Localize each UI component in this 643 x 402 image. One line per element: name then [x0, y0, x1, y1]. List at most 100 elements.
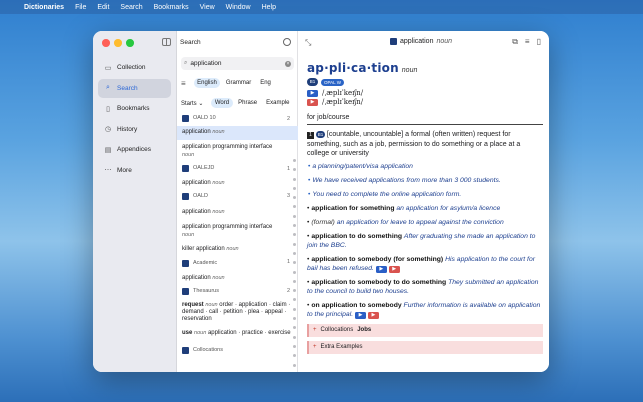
example: • We have received applications from more…: [308, 176, 501, 184]
sidebar-item-search[interactable]: ⌕ Search: [98, 78, 171, 98]
book-icon: [182, 260, 189, 268]
sidebar-item-history[interactable]: ◷ History: [98, 120, 171, 139]
menu-app[interactable]: Dictionaries: [22, 4, 70, 11]
sidebar-item-label: Bookmarks: [117, 105, 150, 112]
starts-dropdown[interactable]: Starts ⌄: [181, 100, 203, 107]
menu-bar: Dictionaries File Edit Search Bookmarks …: [0, 0, 643, 14]
thesaurus-item[interactable]: request noun order · application · claim…: [177, 299, 298, 327]
sidebar-item-label: Collection: [117, 64, 146, 71]
speaker-am-icon[interactable]: ▶: [367, 311, 379, 319]
filter-example[interactable]: Example: [263, 98, 293, 108]
app-window: ▭ Collection ⌕ Search ▯ Bookmarks ◷ Hist…: [93, 31, 549, 372]
sidebar: ▭ Collection ⌕ Search ▯ Bookmarks ◷ Hist…: [93, 31, 177, 372]
filter-tabs: Starts ⌄ Word Phrase Example Co: [181, 98, 310, 108]
sidebar-item-label: Search: [117, 84, 138, 92]
source-header: Academic 1: [177, 256, 298, 271]
speaker-br-icon[interactable]: ▶: [355, 311, 366, 319]
sense-heading: for job/course: [307, 114, 543, 125]
bookmark-icon: ▯: [106, 105, 110, 113]
entry-toolbar: ⤡ application noun ⧉ ≡ ▯: [298, 31, 549, 53]
sidebar-toggle-icon[interactable]: [162, 38, 171, 46]
search-input[interactable]: application: [190, 60, 221, 67]
tab-grammar[interactable]: Grammar: [222, 78, 254, 88]
list-item[interactable]: application noun: [177, 271, 298, 285]
appendices-icon: ▤: [104, 146, 112, 154]
sidebar-item-appendices[interactable]: ▤ Appendices: [98, 140, 171, 159]
book-icon: [182, 165, 189, 173]
list-icon[interactable]: ≡: [525, 37, 530, 47]
book-icon: [182, 347, 189, 355]
bookmark-add-icon[interactable]: ▯: [537, 37, 541, 47]
speaker-am-icon[interactable]: ▶: [307, 98, 318, 106]
list-item[interactable]: application noun: [177, 126, 298, 140]
sidebar-item-more[interactable]: ⋯ More: [98, 161, 171, 180]
collocation: • application to somebody to do something…: [307, 278, 539, 295]
list-item[interactable]: application noun: [177, 176, 298, 190]
list-item[interactable]: killer application noun: [177, 243, 298, 256]
history-clock-icon[interactable]: [283, 38, 291, 46]
scroll-indicator[interactable]: [291, 159, 297, 372]
more-icon: ⋯: [104, 167, 112, 174]
entry-content: ap·pli·ca·tion noun B1 OPAL W ▶ /ˌæplɪˈk…: [307, 61, 543, 354]
plus-icon: +: [313, 344, 317, 350]
menu-window[interactable]: Window: [220, 4, 256, 11]
menu-bookmarks[interactable]: Bookmarks: [148, 4, 194, 11]
language-tabs: ≡ English Grammar Eng: [181, 78, 274, 88]
plus-icon: +: [313, 327, 317, 333]
menu-help[interactable]: Help: [256, 4, 281, 11]
panel-title: Search: [180, 39, 201, 46]
minimize-window-button[interactable]: [114, 39, 122, 47]
search-panel: Search ⌕ application × ≡ English Grammar…: [177, 31, 306, 372]
source-header: Collocations: [177, 345, 298, 357]
sidebar-item-bookmarks[interactable]: ▯ Bookmarks: [98, 99, 171, 118]
speaker-am-icon[interactable]: ▶: [388, 265, 400, 273]
example: • a planning/patent/visa application: [308, 162, 413, 170]
source-header: Thesaurus 2: [177, 285, 298, 299]
book-icon: [182, 193, 189, 201]
example: • You need to complete the online applica…: [308, 190, 462, 198]
clear-search-icon[interactable]: ×: [285, 60, 291, 67]
hamburger-menu-icon[interactable]: ≡: [181, 79, 186, 88]
collection-icon: ▭: [104, 64, 112, 72]
speaker-br-icon[interactable]: ▶: [307, 89, 318, 97]
extra-examples-section[interactable]: + Extra Examples: [307, 340, 543, 354]
collocation: • on application to somebody Further info…: [307, 301, 541, 319]
list-item[interactable]: application programming interface noun: [177, 140, 298, 163]
search-field[interactable]: ⌕ application ×: [181, 57, 294, 70]
menu-edit[interactable]: Edit: [92, 4, 115, 11]
thesaurus-item[interactable]: use noun application · practice · exerci…: [177, 327, 298, 345]
filter-phrase[interactable]: Phrase: [235, 98, 261, 108]
zoom-window-button[interactable]: [126, 39, 134, 47]
part-of-speech: noun: [401, 67, 418, 74]
filter-word[interactable]: Word: [211, 98, 233, 108]
book-icon: [182, 288, 189, 296]
history-icon: ◷: [104, 126, 112, 133]
sidebar-item-collection[interactable]: ▭ Collection: [98, 58, 171, 77]
copy-icon[interactable]: ⧉: [512, 37, 518, 47]
expand-icon[interactable]: ⤡: [305, 38, 311, 48]
tab-eng[interactable]: Eng: [257, 78, 275, 88]
tab-english[interactable]: English: [193, 78, 221, 88]
results-list: OALD 10 2 application noun application p…: [177, 113, 298, 357]
speaker-br-icon[interactable]: ▶: [375, 265, 387, 273]
oxford-level-badge: B1: [307, 78, 318, 86]
entry-pane: ⤡ application noun ⧉ ≡ ▯ ap·pli·ca·tion …: [298, 31, 549, 372]
collocation: • (formal) an application for leave to ap…: [307, 218, 504, 226]
source-header: OALEJD 1: [177, 163, 298, 176]
menu-view[interactable]: View: [194, 4, 220, 11]
pronunciation-am: ▶ /ˌæplɪˈkeɪʃn/: [307, 98, 543, 106]
close-window-button[interactable]: [102, 39, 110, 47]
sidebar-item-label: History: [117, 125, 138, 133]
menu-file[interactable]: File: [70, 4, 92, 11]
list-item[interactable]: application noun: [177, 204, 298, 220]
definition: 1 B1 [countable, uncountable] a formal (…: [307, 130, 521, 157]
menu-search[interactable]: Search: [115, 4, 148, 11]
sidebar-item-label: More: [117, 166, 132, 174]
list-item[interactable]: application programming interface noun: [177, 220, 298, 243]
collocations-section[interactable]: + Collocations Jobs: [307, 323, 543, 337]
opal-badge: OPAL W: [321, 78, 345, 86]
window-controls: [102, 39, 134, 47]
sidebar-item-label: Appendices: [117, 146, 151, 153]
collocation: • application for something an applicatio…: [307, 204, 501, 212]
source-header: OALD 10 2: [177, 113, 298, 126]
